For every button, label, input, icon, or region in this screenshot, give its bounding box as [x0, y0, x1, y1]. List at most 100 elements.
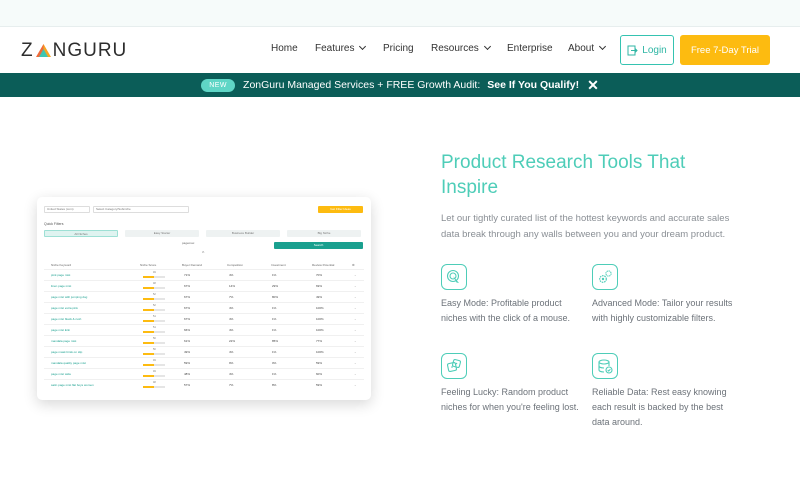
chevron-down-icon: ⌄	[354, 350, 357, 354]
tab-big-niche: Big Niche	[287, 230, 361, 237]
row-competition: 9%	[229, 361, 234, 365]
score-bar	[143, 375, 165, 377]
table-row: page mist black & rush 51 67% 4% 1% 100% ⌄	[44, 313, 364, 324]
score-bar-fill	[143, 276, 154, 278]
table-row: linen page mist 48 67% 14% 29% 69% ⌄	[44, 280, 364, 291]
tab-all-niches: All Niches	[44, 230, 118, 237]
row-review-potential: 100%	[316, 328, 324, 332]
row-score: 48	[153, 282, 156, 285]
nav-home[interactable]: Home	[271, 43, 298, 54]
search-button: Search	[274, 242, 363, 249]
row-competition: 4%	[229, 273, 234, 277]
row-buyer-demand: 57%	[184, 383, 191, 387]
row-investment: 1%	[272, 328, 277, 332]
table-row: page mist with jumping dog 52 67% 7% 80% 49% ⌄	[44, 291, 364, 302]
feature-reliable-data: Reliable Data: Rest easy knowing each re…	[592, 387, 727, 427]
score-bar-fill	[143, 353, 154, 355]
score-bar-fill	[143, 364, 154, 366]
product-mock-image: United States (com) Select Category/Subn…	[37, 197, 371, 400]
col-competition: Competition	[227, 263, 244, 267]
score-bar	[143, 309, 165, 311]
row-buyer-demand: 66%	[184, 328, 191, 332]
row-keyword: mandala page mist	[51, 339, 77, 343]
chevron-down-icon: ⌄	[354, 317, 357, 321]
row-investment: 29%	[272, 284, 279, 288]
score-bar-fill	[143, 298, 155, 300]
row-keyword: linen page mist	[51, 284, 72, 288]
row-buyer-demand: 71%	[184, 273, 191, 277]
promo-banner: NEW ZonGuru Managed Services + FREE Grow…	[0, 73, 800, 97]
nav-enterprise[interactable]: Enterprise	[507, 43, 553, 54]
row-investment: 1%	[272, 317, 277, 321]
row-buyer-demand: 49%	[184, 350, 191, 354]
chevron-down-icon: ⌄	[354, 339, 357, 343]
caret-up-icon: ^	[202, 251, 205, 257]
chevron-down-icon: ⌄	[354, 284, 357, 288]
logo[interactable]: Z NGURU	[21, 40, 127, 62]
row-buyer-demand: 67%	[184, 295, 191, 299]
table-row: pink page mist 49 71% 4% 1% 70% ⌄	[44, 269, 364, 280]
hero-title-line-2: Inspire	[441, 177, 499, 198]
chevron-down-icon: ⌄	[354, 372, 357, 376]
row-review-potential: 100%	[316, 350, 324, 354]
free-trial-button[interactable]: Free 7-Day Trial	[680, 35, 770, 65]
row-investment: 1%	[272, 372, 277, 376]
row-score: 52	[153, 304, 156, 307]
table-row: mandala page mist 50 61% 22% 85% 77% ⌄	[44, 335, 364, 346]
row-keyword: page mist black & rush	[51, 317, 82, 321]
row-investment: 8%	[272, 383, 277, 387]
score-bar-fill	[143, 287, 154, 289]
row-competition: 4%	[229, 372, 234, 376]
feature-feeling-lucky: Feeling Lucky: Random product niches for…	[441, 387, 579, 412]
col-investment: Investment	[271, 263, 286, 267]
banner-text: ZonGuru Managed Services + FREE Growth A…	[243, 79, 481, 91]
filter-pill: pagemax	[182, 241, 195, 245]
row-score: 49	[153, 359, 156, 362]
chevron-down-icon: ⌄	[354, 306, 357, 310]
tab-business-builder: Business Builder	[206, 230, 280, 237]
quick-filters-label: Quick Filters	[44, 222, 64, 226]
nav-features[interactable]: Features	[315, 42, 367, 54]
logo-mark-icon	[35, 44, 51, 57]
category-select: Select Category/Subniche	[93, 206, 189, 213]
row-competition: 7%	[229, 383, 234, 387]
score-bar-fill	[143, 375, 154, 377]
close-icon[interactable]: ✕	[587, 77, 599, 94]
row-keyword: pink page mist	[51, 273, 71, 277]
chevron-down-icon: ⌄	[354, 361, 357, 365]
row-buyer-demand: 61%	[184, 339, 191, 343]
chevron-down-icon: ⌄	[354, 295, 357, 299]
chevron-down-icon	[483, 42, 491, 51]
feature-easy-mode: Easy Mode: Profitable product niches wit…	[441, 298, 571, 323]
login-label: Login	[642, 44, 667, 56]
row-buyer-demand: 59%	[184, 361, 191, 365]
table-row: page mist Erin 51 66% 4% 1% 100% ⌄	[44, 324, 364, 335]
score-bar	[143, 276, 165, 278]
gears-icon	[592, 264, 618, 290]
nav-pricing[interactable]: Pricing	[383, 43, 414, 54]
nav-resources[interactable]: Resources	[431, 42, 491, 54]
row-review-potential: 60%	[316, 372, 323, 376]
row-competition: 7%	[229, 295, 234, 299]
logo-text-left: Z	[21, 40, 34, 61]
row-review-potential: 77%	[316, 339, 323, 343]
score-bar-fill	[143, 331, 155, 333]
nav-features-label: Features	[315, 43, 355, 54]
score-bar	[143, 364, 165, 366]
chevron-down-icon: ⌄	[354, 273, 357, 277]
table-row: page mask brisk on slip 50 49% 4% 1% 100% ⌄	[44, 346, 364, 357]
banner-cta-link[interactable]: See If You Qualify!	[487, 79, 579, 91]
row-keyword: mandala quality page mist	[51, 361, 86, 365]
row-buyer-demand: 67%	[184, 317, 191, 321]
nav-about[interactable]: About	[568, 42, 607, 54]
row-competition: 4%	[229, 317, 234, 321]
row-score: 52	[153, 293, 156, 296]
row-buyer-demand: 67%	[184, 306, 191, 310]
nav-about-label: About	[568, 43, 595, 54]
chevron-down-icon: ⌄	[354, 328, 357, 332]
row-keyword: page mist Erin	[51, 328, 71, 332]
dice-icon	[441, 353, 467, 379]
row-review-potential: 59%	[316, 383, 323, 387]
score-bar	[143, 298, 165, 300]
login-button[interactable]: Login	[620, 35, 674, 65]
